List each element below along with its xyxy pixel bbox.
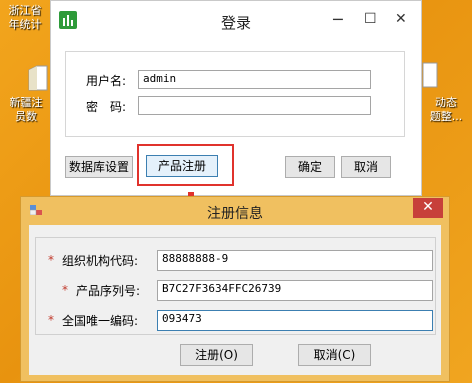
close-icon[interactable]: ✕ <box>395 11 407 27</box>
required-mark: * <box>48 253 54 267</box>
register-submit-button[interactable]: 注册(O) <box>180 344 253 366</box>
login-titlebar[interactable]: 登录 ─ ☐ ✕ <box>51 1 421 39</box>
username-label: 用户名: <box>86 74 127 88</box>
org-code-field[interactable]: 88888888-9 <box>157 250 433 271</box>
required-mark: * <box>62 283 68 297</box>
close-icon[interactable]: ✕ <box>413 198 443 218</box>
serial-label: 产品序列号: <box>76 284 141 298</box>
folder-icon[interactable] <box>27 62 49 95</box>
password-label: 密 码: <box>86 100 127 114</box>
document-icon[interactable] <box>422 62 438 91</box>
required-mark: * <box>48 313 54 327</box>
serial-field[interactable]: B7C27F3634FFC26739 <box>157 280 433 301</box>
register-titlebar[interactable]: 注册信息 ✕ <box>21 197 449 225</box>
unique-code-label: 全国唯一编码: <box>62 314 139 328</box>
login-window: 登录 ─ ☐ ✕ 用户名: admin 密 码: 数据库设置 产品注册 确定 取… <box>50 0 422 196</box>
desktop-icon-label-1[interactable]: 浙江省 年统计 <box>0 4 50 32</box>
register-window: 注册信息 ✕ * 组织机构代码: 88888888-9 * 产品序列号: B7C… <box>20 196 450 382</box>
cancel-button[interactable]: 取消 <box>341 156 391 178</box>
register-cancel-button[interactable]: 取消(C) <box>298 344 371 366</box>
database-settings-button[interactable]: 数据库设置 <box>65 156 133 178</box>
highlight-box <box>137 144 234 186</box>
desktop-icon-label-2[interactable]: 新疆注 员数 <box>0 96 52 124</box>
org-code-label: 组织机构代码: <box>62 254 139 268</box>
desktop-icon-label-3[interactable]: 动态 题整... <box>420 96 472 124</box>
maximize-icon[interactable]: ☐ <box>364 11 377 27</box>
register-fields-group: * 组织机构代码: 88888888-9 * 产品序列号: B7C27F3634… <box>35 237 436 335</box>
password-field[interactable] <box>138 96 371 115</box>
credentials-group: 用户名: admin 密 码: <box>65 51 405 137</box>
username-field[interactable]: admin <box>138 70 371 89</box>
minimize-icon[interactable]: ─ <box>333 10 343 29</box>
unique-code-field[interactable]: 093473 <box>157 310 433 331</box>
ok-button[interactable]: 确定 <box>285 156 335 178</box>
register-title: 注册信息 <box>207 206 263 222</box>
register-body: * 组织机构代码: 88888888-9 * 产品序列号: B7C27F3634… <box>29 225 441 375</box>
